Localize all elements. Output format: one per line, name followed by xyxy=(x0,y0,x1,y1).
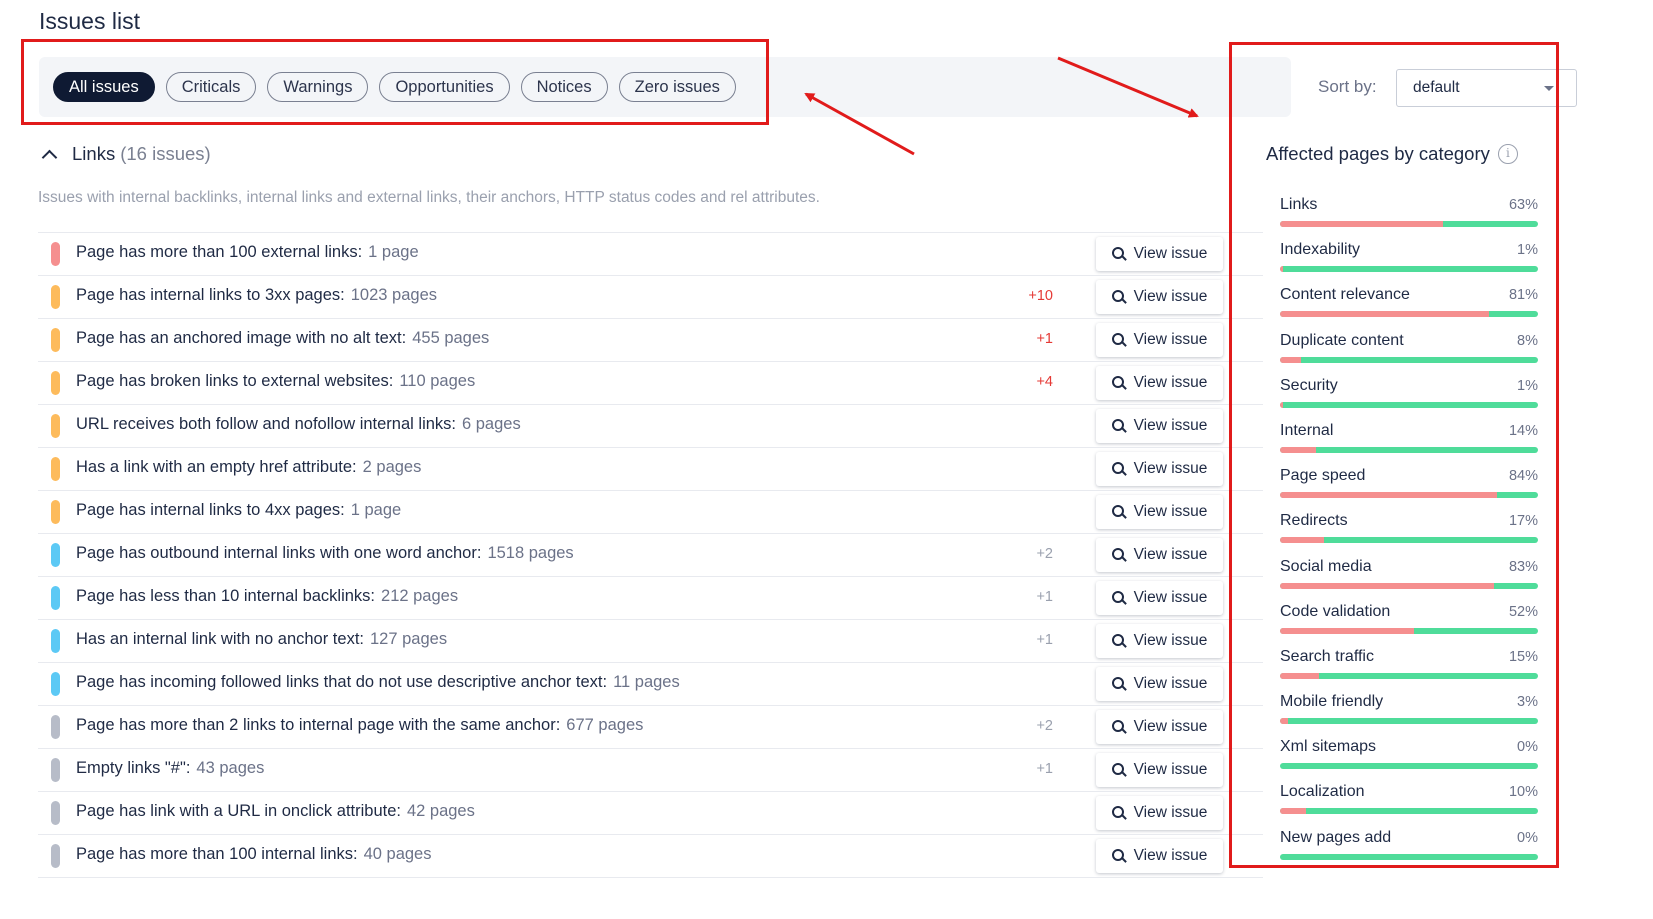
annotation-arrows xyxy=(804,56,1199,156)
annotation-arrow-right xyxy=(1057,56,1199,118)
annotation-arrow-left xyxy=(804,92,915,156)
